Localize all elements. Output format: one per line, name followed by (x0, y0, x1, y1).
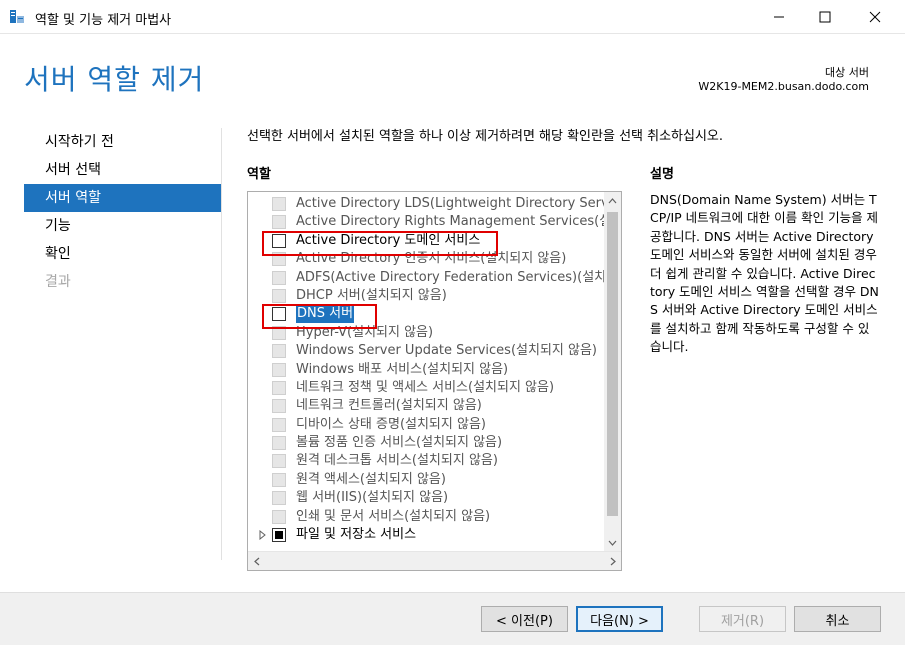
role-checkbox (272, 380, 286, 395)
role-label: 웹 서버(IIS)(설치되지 않음) (296, 490, 449, 506)
role-row[interactable]: 웹 서버(IIS)(설치되지 않음) (248, 489, 604, 507)
scroll-right-arrow[interactable] (604, 552, 621, 570)
maximize-icon (819, 11, 831, 23)
page-title: 서버 역할 제거 (24, 63, 205, 96)
role-row[interactable]: Windows 배포 서비스(설치되지 않음) (248, 361, 604, 379)
role-label: 인쇄 및 문서 서비스(설치되지 않음) (296, 508, 491, 524)
chevron-left-icon (253, 557, 259, 566)
role-row[interactable]: DHCP 서버(설치되지 않음) (248, 287, 604, 305)
role-label: Active Directory LDS(Lightweight Directo… (296, 196, 604, 211)
role-label: Windows Server Update Services(설치되지 않음) (296, 343, 597, 359)
nav-item-server-selection[interactable]: 서버 선택 (24, 156, 221, 184)
title-bar: 역할 및 기능 제거 마법사 (0, 0, 905, 34)
role-row[interactable]: Windows Server Update Services(설치되지 않음) (248, 342, 604, 360)
role-checkbox (272, 472, 286, 487)
role-label: 네트워크 정책 및 액세스 서비스(설치되지 않음) (296, 379, 555, 395)
role-checkbox (272, 362, 286, 377)
role-row[interactable]: 볼륨 정품 인증 서비스(설치되지 않음) (248, 434, 604, 452)
role-row[interactable]: 파일 및 저장소 서비스 (248, 526, 604, 544)
role-row[interactable]: ADFS(Active Directory Federation Service… (248, 269, 604, 287)
server-manager-icon (10, 10, 24, 23)
destination-server-label: 대상 서버 (825, 66, 869, 79)
horizontal-scrollbar[interactable] (248, 551, 621, 570)
role-checkbox (272, 509, 286, 524)
role-label: 원격 데스크톱 서비스(설치되지 않음) (296, 453, 498, 469)
nav-item-before-you-begin[interactable]: 시작하기 전 (24, 128, 221, 156)
role-label: 네트워크 컨트롤러(설치되지 않음) (296, 398, 482, 414)
role-label: Active Directory Rights Management Servi… (296, 214, 604, 230)
role-checkbox[interactable] (272, 528, 286, 543)
role-checkbox (272, 344, 286, 359)
role-label: 원격 액세스(설치되지 않음) (296, 471, 446, 487)
role-label: DHCP 서버(설치되지 않음) (296, 287, 447, 303)
scroll-up-arrow[interactable] (604, 192, 621, 209)
remove-button: 제거(R) (699, 606, 786, 632)
role-checkbox (272, 399, 286, 414)
vertical-scrollbar[interactable] (604, 192, 621, 551)
cancel-button[interactable]: 취소 (794, 606, 881, 632)
role-row[interactable]: 원격 액세스(설치되지 않음) (248, 471, 604, 489)
chevron-up-icon (608, 197, 617, 203)
previous-button[interactable]: < 이전(P) (481, 606, 568, 632)
minimize-button[interactable] (756, 0, 802, 34)
role-label: 디바이스 상태 증명(설치되지 않음) (296, 416, 486, 432)
destination-server-name: W2K19-MEM2.busan.dodo.com (698, 80, 869, 93)
role-label: ADFS(Active Directory Federation Service… (296, 269, 604, 285)
role-checkbox (272, 417, 286, 432)
scroll-thumb[interactable] (607, 212, 618, 516)
role-label: Windows 배포 서비스(설치되지 않음) (296, 361, 509, 377)
expand-arrow-icon[interactable] (257, 530, 267, 541)
highlight-box-dns (262, 304, 377, 329)
role-row[interactable]: 원격 데스크톱 서비스(설치되지 않음) (248, 452, 604, 470)
maximize-button[interactable] (802, 0, 848, 34)
scroll-down-arrow[interactable] (604, 534, 621, 551)
scroll-left-arrow[interactable] (248, 552, 265, 570)
description-heading: 설명 (650, 167, 674, 182)
close-button[interactable] (852, 0, 898, 34)
chevron-right-icon (610, 557, 616, 566)
role-checkbox (272, 454, 286, 469)
role-checkbox (272, 197, 286, 211)
next-button[interactable]: 다음(N) > (576, 606, 663, 632)
highlight-box-ad-ds (262, 231, 498, 256)
role-row[interactable]: 네트워크 정책 및 액세스 서비스(설치되지 않음) (248, 379, 604, 397)
role-checkbox (272, 436, 286, 451)
chevron-down-icon (608, 540, 617, 546)
close-icon (869, 11, 881, 23)
role-label: 볼륨 정품 인증 서비스(설치되지 않음) (296, 435, 503, 451)
instruction-text: 선택한 서버에서 설치된 역할을 하나 이상 제거하려면 해당 확인란을 선택 … (247, 129, 724, 144)
nav-item-results: 결과 (45, 274, 71, 290)
nav-item-features[interactable]: 기능 (24, 212, 221, 240)
role-label: 파일 및 저장소 서비스 (296, 527, 417, 543)
role-checkbox (272, 270, 286, 285)
nav-divider (221, 128, 222, 560)
nav-item-server-roles[interactable]: 서버 역할 (24, 184, 221, 212)
minimize-icon (774, 16, 784, 18)
wizard-nav: 시작하기 전 서버 선택 서버 역할 기능 확인 결과 (24, 128, 221, 296)
role-checkbox (272, 491, 286, 506)
role-row[interactable]: 네트워크 컨트롤러(설치되지 않음) (248, 397, 604, 415)
window-title: 역할 및 기능 제거 마법사 (35, 13, 172, 28)
roles-heading: 역할 (247, 167, 271, 182)
role-checkbox (272, 215, 286, 230)
nav-item-confirmation[interactable]: 확인 (24, 240, 221, 268)
role-row[interactable]: Active Directory LDS(Lightweight Directo… (248, 195, 604, 213)
role-description: DNS(Domain Name System) 서버는 TCP/IP 네트워크에… (650, 192, 879, 355)
role-checkbox (272, 288, 286, 303)
role-row[interactable]: 인쇄 및 문서 서비스(설치되지 않음) (248, 508, 604, 526)
role-row[interactable]: Active Directory Rights Management Servi… (248, 213, 604, 231)
role-row[interactable]: 디바이스 상태 증명(설치되지 않음) (248, 416, 604, 434)
